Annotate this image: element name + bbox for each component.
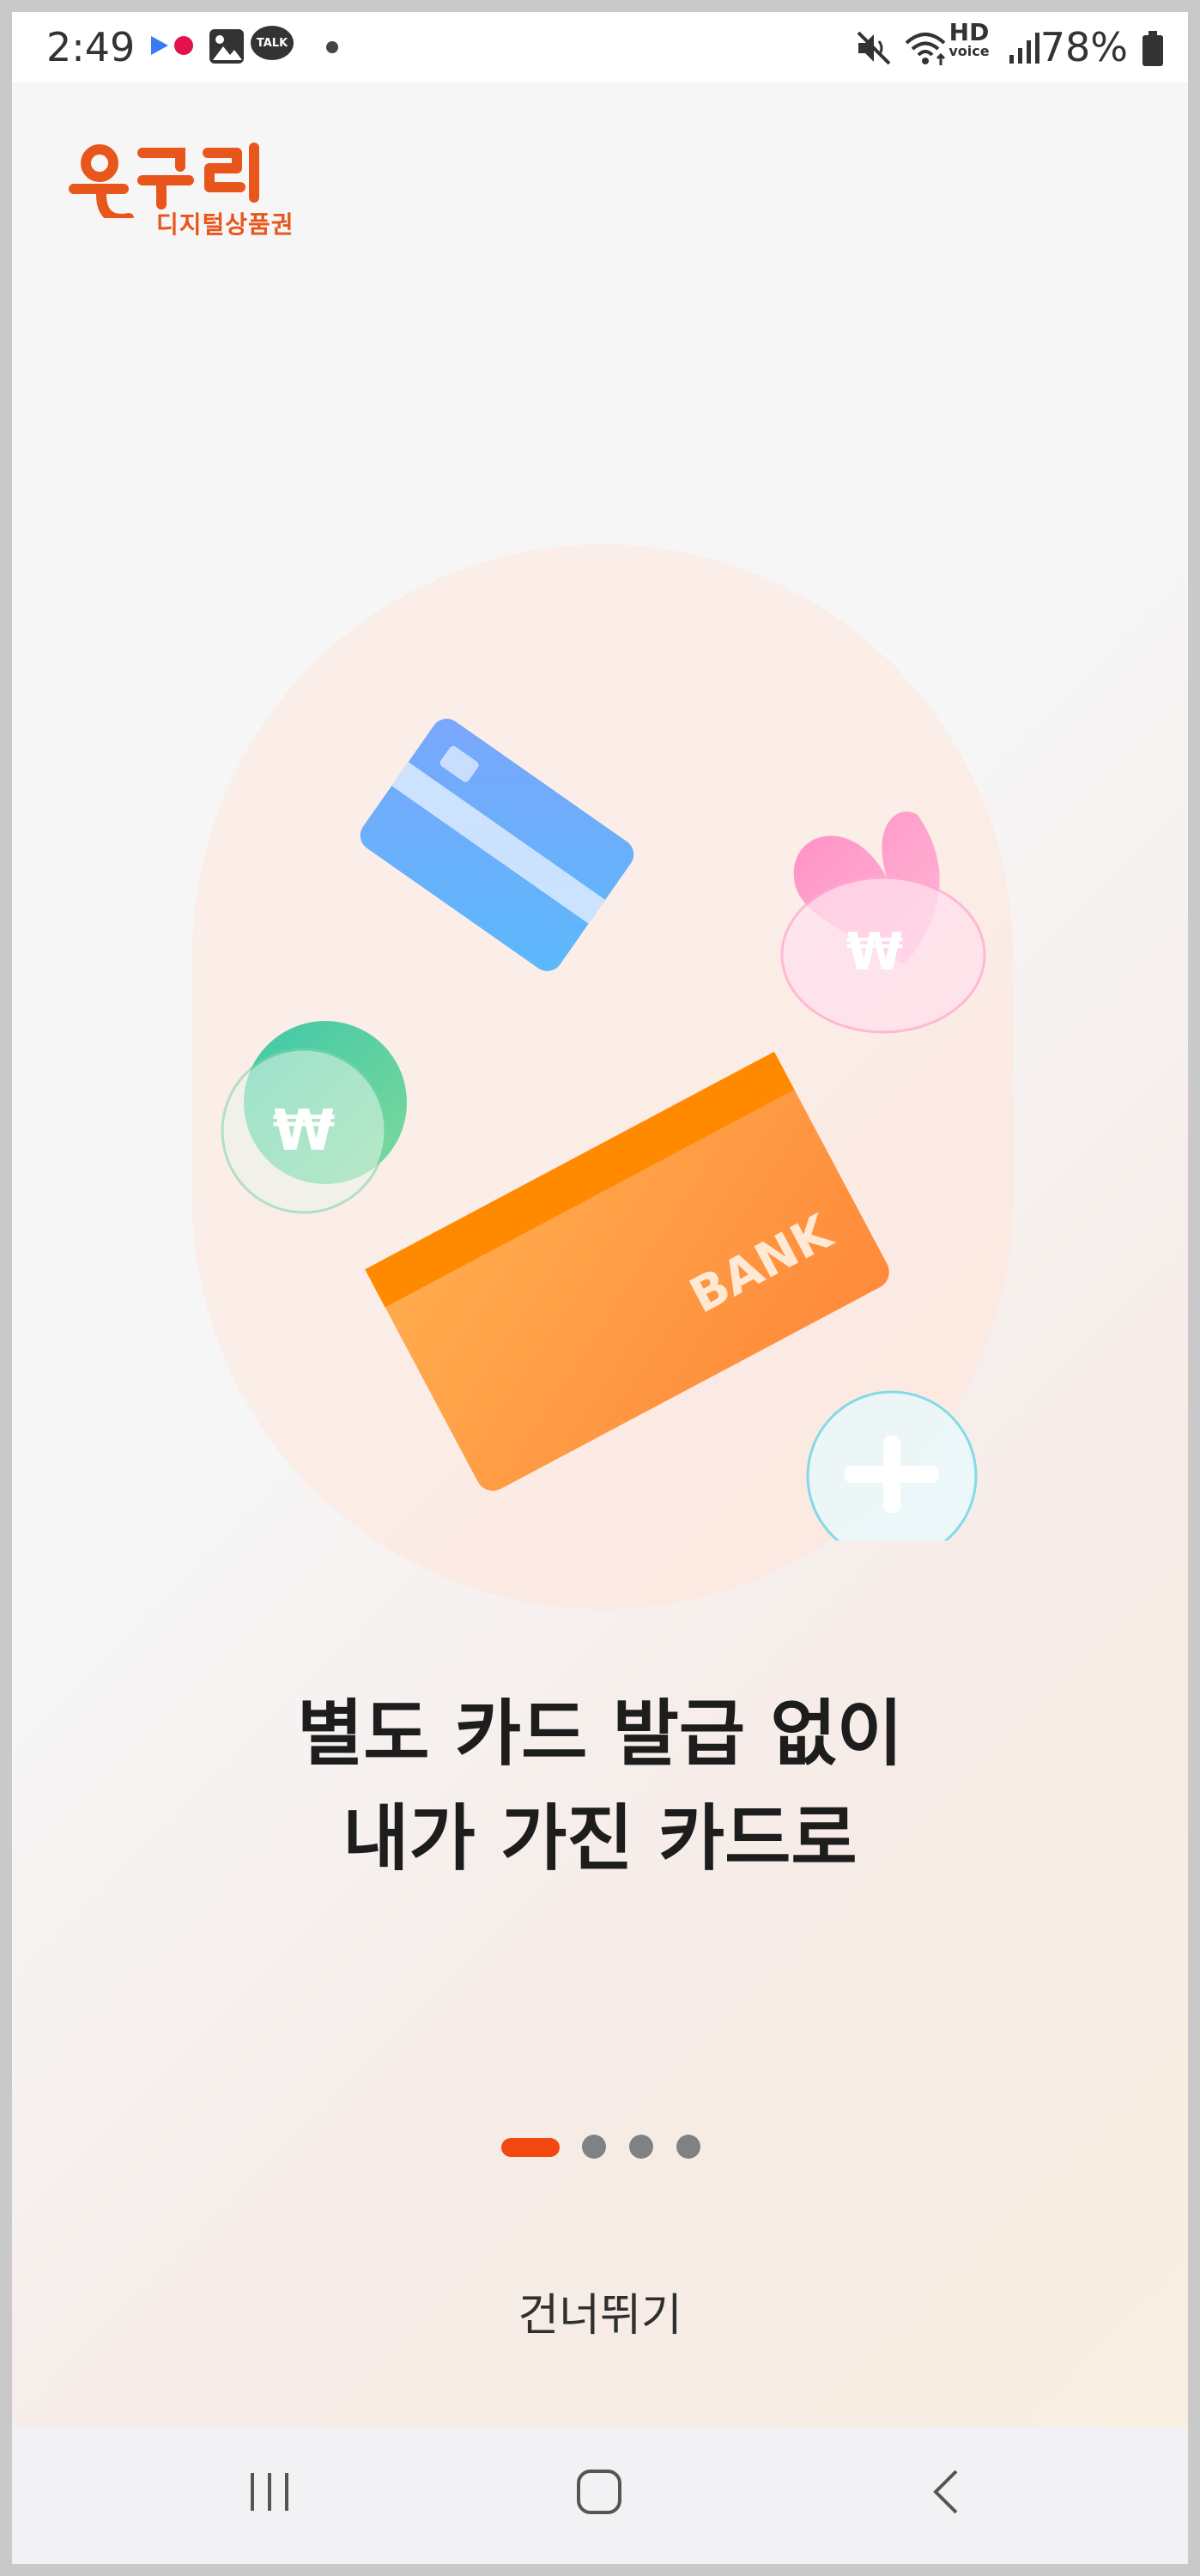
- system-nav-bar: [12, 2427, 1188, 2564]
- status-time: 2:49: [46, 24, 136, 70]
- status-bar: 2:49 TALK HD voice 78%: [12, 12, 1188, 82]
- battery-icon: [1142, 31, 1164, 67]
- page-indicator: [12, 2135, 1188, 2160]
- kakaotalk-notification-icon: TALK: [251, 26, 294, 60]
- page-dot-2[interactable]: [582, 2135, 606, 2159]
- skip-button[interactable]: 건너뛰기: [12, 2279, 1188, 2343]
- page-dot-3[interactable]: [629, 2135, 653, 2159]
- media-notification-icon: [149, 33, 201, 58]
- signal-icon: [1006, 29, 1044, 67]
- won-symbol-pink: ₩: [846, 922, 903, 982]
- headline-line-2: 내가 가진 카드로: [342, 1796, 858, 1880]
- logo-subtitle: 디지털상품권: [156, 210, 294, 239]
- gallery-notification-icon: [208, 27, 245, 65]
- page-dot-1-active[interactable]: [501, 2138, 560, 2157]
- mute-icon: [855, 29, 893, 67]
- app-screen: 2:49 TALK HD voice 78% 디지털상품권 ₩ ₩ BANK 별…: [12, 12, 1188, 2564]
- wifi-icon: [903, 29, 951, 67]
- hd-voice-icon: HD voice: [948, 18, 990, 59]
- plus-bubble-icon: [806, 1390, 978, 1540]
- battery-percent: 78%: [1039, 24, 1128, 70]
- green-won-coin-icon: ₩: [221, 1021, 407, 1214]
- pink-won-heart-icon: ₩: [780, 811, 986, 1034]
- back-icon[interactable]: [922, 2466, 973, 2518]
- home-icon[interactable]: [573, 2466, 625, 2518]
- recent-apps-icon[interactable]: [244, 2466, 295, 2518]
- page-dot-4[interactable]: [676, 2135, 700, 2159]
- cards-illustration: ₩ ₩ BANK: [221, 719, 986, 1540]
- more-notifications-icon: [326, 41, 338, 53]
- blue-card-icon: [360, 719, 634, 971]
- bank-card-icon: BANK: [365, 1051, 889, 1492]
- headline-line-1: 별도 카드 발급 없이: [297, 1692, 903, 1776]
- won-symbol-green: ₩: [273, 1097, 336, 1163]
